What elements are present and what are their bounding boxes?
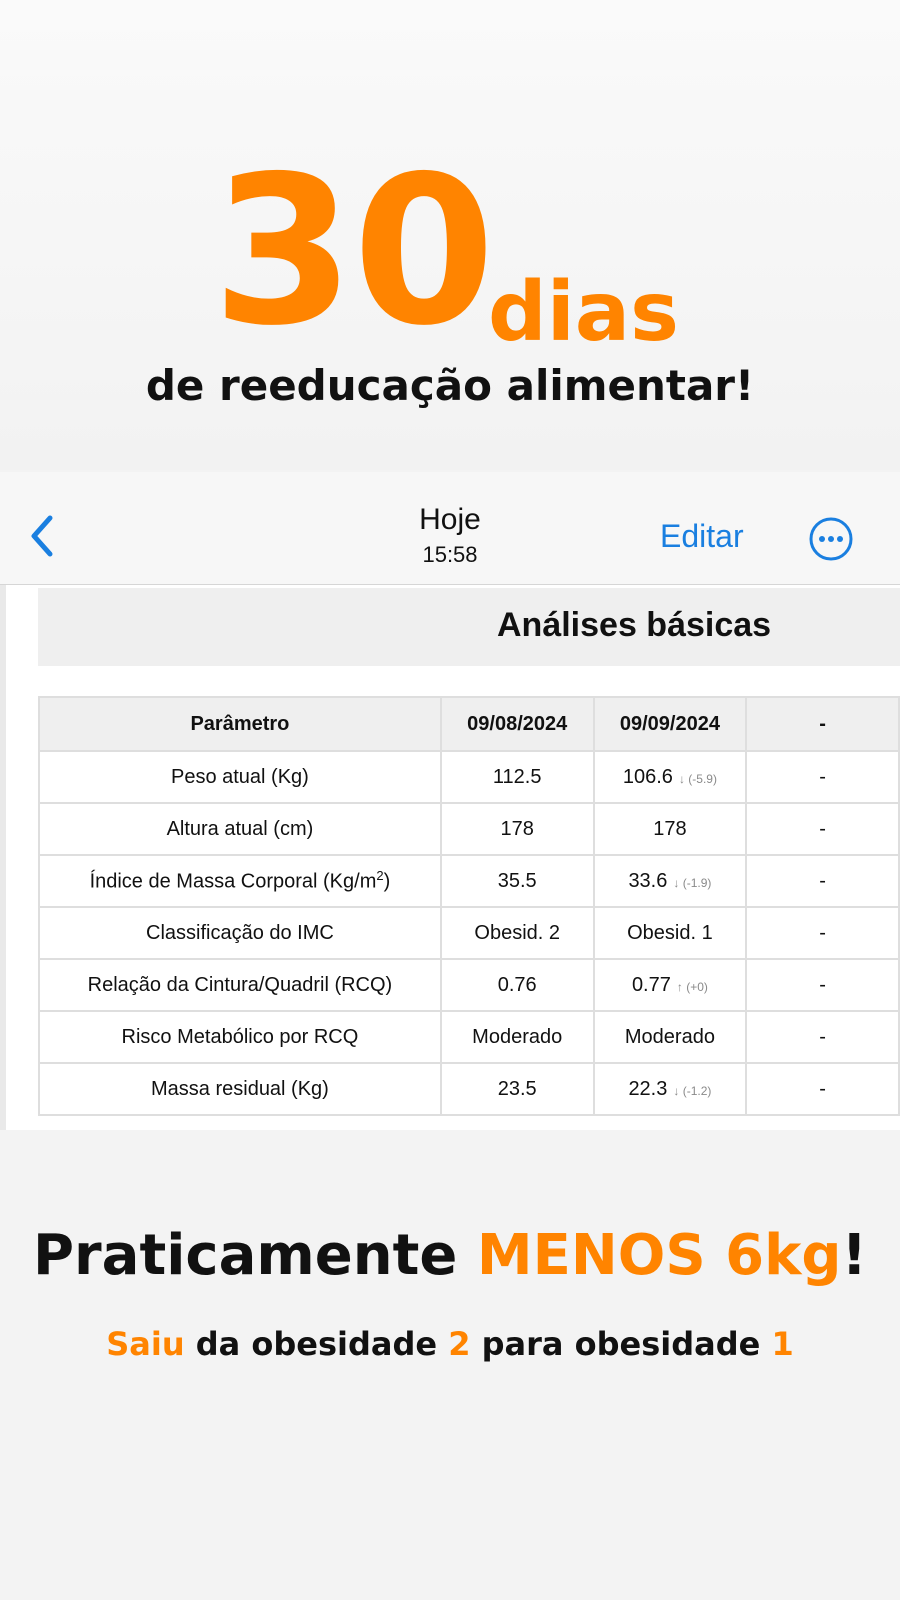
value-text: 0.77 — [631, 973, 671, 996]
value-cell: 178 — [439, 802, 595, 856]
param-text: Índice de Massa Corporal (Kg/m — [89, 870, 377, 893]
caption-part: ! — [841, 1223, 867, 1288]
caption-highlight: Saiu — [106, 1325, 185, 1363]
headline-subtitle: de reeducação alimentar! — [145, 361, 755, 410]
delta-badge: ↓ (-1.9) — [673, 875, 712, 890]
table-row: Risco Metabólico por RCQ Moderado Modera… — [38, 1010, 900, 1064]
table-row: Relação da Cintura/Quadril (RCQ) 0.76 0.… — [38, 958, 900, 1012]
value-cell: - — [745, 1010, 900, 1064]
param-cell: Classificação do IMC — [38, 906, 442, 960]
value-cell: 178 — [592, 802, 748, 856]
obesity-caption: Saiu da obesidade 2 para obesidade 1 — [0, 1328, 900, 1360]
param-cell: Risco Metabólico por RCQ — [38, 1010, 442, 1064]
section-title: Análises básicas — [497, 606, 772, 644]
param-cell: Massa residual (Kg) — [38, 1062, 442, 1116]
left-gutter — [0, 585, 6, 1130]
delta-badge: ↓ (-1.2) — [673, 1083, 712, 1098]
caption-part: da obesidade — [184, 1325, 449, 1363]
days-unit: dias — [488, 265, 679, 360]
value-cell: - — [745, 906, 900, 960]
ellipsis-circle-icon[interactable] — [808, 516, 854, 562]
nav-title: Hoje — [419, 503, 481, 536]
days-number: 30 — [212, 133, 495, 371]
param-text-end: ) — [383, 870, 391, 893]
superscript: 2 — [376, 868, 384, 884]
value-cell: - — [745, 1062, 900, 1116]
value-cell: Moderado — [439, 1010, 595, 1064]
weight-loss-caption: Praticamente MENOS 6kg! — [0, 1228, 900, 1284]
header-date-2: 09/09/2024 — [592, 696, 748, 752]
caption-highlight: 2 — [448, 1325, 471, 1363]
caption-part: Praticamente — [33, 1223, 477, 1288]
value-cell: - — [745, 750, 900, 804]
value-cell: 0.76 — [439, 958, 595, 1012]
table-row: Massa residual (Kg) 23.5 22.3 ↓ (-1.2) - — [38, 1062, 900, 1116]
headline-banner: 30 dias de reeducação alimentar! — [0, 0, 900, 470]
delta-badge: ↓ (-5.9) — [678, 771, 717, 786]
value-cell: Obesid. 1 — [592, 906, 748, 960]
param-cell: Relação da Cintura/Quadril (RCQ) — [38, 958, 442, 1012]
value-cell: 0.77 ↑ (+0) — [592, 958, 748, 1012]
header-date-1: 09/08/2024 — [439, 696, 595, 752]
value-text: 22.3 — [628, 1077, 668, 1100]
edit-button[interactable]: Editar — [660, 520, 744, 552]
value-cell: Moderado — [592, 1010, 748, 1064]
header-date-3: - — [745, 696, 900, 752]
table-row: Índice de Massa Corporal (Kg/m2) 35.5 33… — [38, 854, 900, 908]
table-row: Classificação do IMC Obesid. 2 Obesid. 1… — [38, 906, 900, 960]
value-cell: 106.6 ↓ (-5.9) — [592, 750, 748, 804]
value-text: 106.6 — [622, 765, 673, 788]
value-text: 33.6 — [628, 869, 668, 892]
param-cell: Índice de Massa Corporal (Kg/m2) — [38, 854, 442, 908]
param-cell: Altura atual (cm) — [38, 802, 442, 856]
value-cell: 35.5 — [439, 854, 595, 908]
value-cell: - — [745, 958, 900, 1012]
header-parameter: Parâmetro — [38, 696, 442, 752]
value-cell: - — [745, 854, 900, 908]
caption-highlight: 1 — [771, 1325, 794, 1363]
delta-badge: ↑ (+0) — [676, 979, 708, 994]
value-cell: 23.5 — [439, 1062, 595, 1116]
param-cell: Peso atual (Kg) — [38, 750, 442, 804]
table-header-row: Parâmetro 09/08/2024 09/09/2024 - — [38, 696, 900, 752]
value-cell: - — [745, 802, 900, 856]
caption-highlight: MENOS 6kg — [476, 1223, 842, 1288]
nav-time: 15:58 — [422, 542, 478, 567]
value-cell: Obesid. 2 — [439, 906, 595, 960]
table-row: Altura atual (cm) 178 178 - — [38, 802, 900, 856]
chevron-left-icon[interactable] — [22, 506, 62, 566]
value-cell: 112.5 — [439, 750, 595, 804]
table-row: Peso atual (Kg) 112.5 106.6 ↓ (-5.9) - — [38, 750, 900, 804]
value-cell: 22.3 ↓ (-1.2) — [592, 1062, 748, 1116]
analysis-table: Parâmetro 09/08/2024 09/09/2024 - Peso a… — [38, 696, 900, 1116]
caption-part: para obesidade — [470, 1325, 772, 1363]
value-cell: 33.6 ↓ (-1.9) — [592, 854, 748, 908]
